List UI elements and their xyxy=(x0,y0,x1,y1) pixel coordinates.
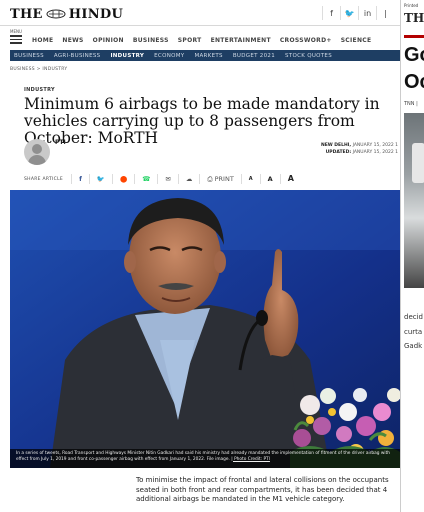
nav-item-science[interactable]: SCIENCE xyxy=(341,37,372,44)
side-printed-label: Printed xyxy=(404,3,419,8)
side-article-panel[interactable]: Printed TH Go Oc TNN | decid curta Gadk xyxy=(400,0,424,512)
facebook-icon[interactable]: f xyxy=(322,6,340,20)
subnav-item-business[interactable]: BUSINESS xyxy=(14,53,44,59)
caption-text: In a series of tweets, Road Transport an… xyxy=(16,451,390,462)
twitter-icon[interactable]: 🐦 xyxy=(88,174,112,184)
side-text: decid curta Gadk xyxy=(404,310,423,354)
print-button[interactable]: ⎙ PRINT xyxy=(199,174,240,184)
nav-item-home[interactable]: HOME xyxy=(32,37,53,44)
linkedin-icon[interactable]: in xyxy=(358,6,376,20)
side-text-line: Gadk xyxy=(404,342,423,350)
site-logo[interactable]: THE HINDU xyxy=(10,7,123,22)
article-dates: NEW DELHI, JANUARY 15, 2022 1 UPDATED: J… xyxy=(321,142,398,156)
article-headline: Minimum 6 airbags to be made mandatory i… xyxy=(24,95,380,147)
article-photo xyxy=(10,190,400,468)
dateline: NEW DELHI, xyxy=(320,143,352,148)
logo-left-text: THE xyxy=(10,7,43,22)
side-text-line: decid xyxy=(404,313,423,321)
menu-label: MENU xyxy=(10,29,22,34)
author-name[interactable]: PTI xyxy=(55,139,66,146)
email-icon[interactable]: ✉ xyxy=(157,174,177,184)
whatsapp-icon[interactable]: ☎ xyxy=(134,174,157,184)
minister-photo-illustration xyxy=(10,190,400,468)
font-small-button[interactable]: A xyxy=(240,174,260,184)
photo-credit: | Photo Credit: PTI xyxy=(231,456,270,462)
subnav-item-agri-business[interactable]: AGRI-BUSINESS xyxy=(54,53,101,59)
photo-caption: In a series of tweets, Road Transport an… xyxy=(10,449,400,468)
subnav-item-industry[interactable]: INDUSTRY xyxy=(110,53,144,59)
comment-icon[interactable]: ☁ xyxy=(177,174,200,184)
crest-icon xyxy=(46,9,66,19)
side-source: TNN | xyxy=(404,101,418,107)
side-headline-line: Oc xyxy=(404,71,424,93)
side-headline-line: Go xyxy=(404,44,424,66)
nav-item-opinion[interactable]: OPINION xyxy=(93,37,124,44)
nav-item-sport[interactable]: SPORT xyxy=(178,37,202,44)
nav-item-news[interactable]: NEWS xyxy=(62,37,83,44)
top-bar: THE HINDU f 🐦 in | xyxy=(0,0,400,26)
logo-right-text: HINDU xyxy=(68,7,124,22)
menu-icon[interactable]: MENU xyxy=(10,29,22,46)
reddit-icon[interactable]: ⬤ xyxy=(112,174,134,184)
nav-item-entertainment[interactable]: ENTERTAINMENT xyxy=(211,37,271,44)
side-logo: TH xyxy=(404,11,424,25)
side-text-line: curta xyxy=(404,327,423,336)
twitter-icon[interactable]: 🐦 xyxy=(340,6,358,20)
nav-item-crossword-[interactable]: CROSSWORD+ xyxy=(280,37,332,44)
social-links: f 🐦 in | xyxy=(322,6,394,20)
facebook-icon[interactable]: f xyxy=(71,174,89,184)
side-headline: Go Oc xyxy=(404,42,424,96)
breadcrumb: BUSINESS > INDUSTRY xyxy=(10,67,68,72)
font-large-button[interactable]: A xyxy=(279,174,301,184)
date-published: JANUARY 15, 2022 1 xyxy=(352,143,398,148)
author-avatar xyxy=(24,139,50,165)
date-updated: JANUARY 15, 2022 1 xyxy=(352,150,398,155)
subnav-item-stock-quotes[interactable]: STOCK QUOTES xyxy=(285,53,332,59)
updated-label: UPDATED: xyxy=(325,150,352,155)
share-label: SHARE ARTICLE xyxy=(24,176,64,182)
nav-items: HOME NEWS OPINION BUSINESS SPORT ENTERTAINMEN… xyxy=(32,37,371,44)
share-bar: SHARE ARTICLE f 🐦 ⬤ ☎ ✉ ☁ ⎙ PRINT A A A xyxy=(24,173,301,185)
article-page: THE HINDU f 🐦 in | MENU HOME NEWS OPINION BUSIN… xyxy=(0,0,400,512)
section-subnav: BUSINESS AGRI-BUSINESS INDUSTRY ECONOMY MARK… xyxy=(10,50,400,61)
subnav-item-budget-2021[interactable]: BUDGET 2021 xyxy=(233,53,275,59)
more-icon[interactable]: | xyxy=(376,6,394,20)
side-photo xyxy=(404,113,424,288)
article-lead-paragraph: To minimise the impact of frontal and la… xyxy=(136,476,389,503)
font-medium-button[interactable]: A xyxy=(259,174,280,184)
main-nav: MENU HOME NEWS OPINION BUSINESS SPORT ENTERTA… xyxy=(0,27,400,47)
subnav-item-markets[interactable]: MARKETS xyxy=(194,53,222,59)
subnav-item-economy[interactable]: ECONOMY xyxy=(154,53,184,59)
side-red-rule xyxy=(404,35,424,38)
section-label[interactable]: INDUSTRY xyxy=(24,87,55,93)
nav-item-business[interactable]: BUSINESS xyxy=(133,37,169,44)
